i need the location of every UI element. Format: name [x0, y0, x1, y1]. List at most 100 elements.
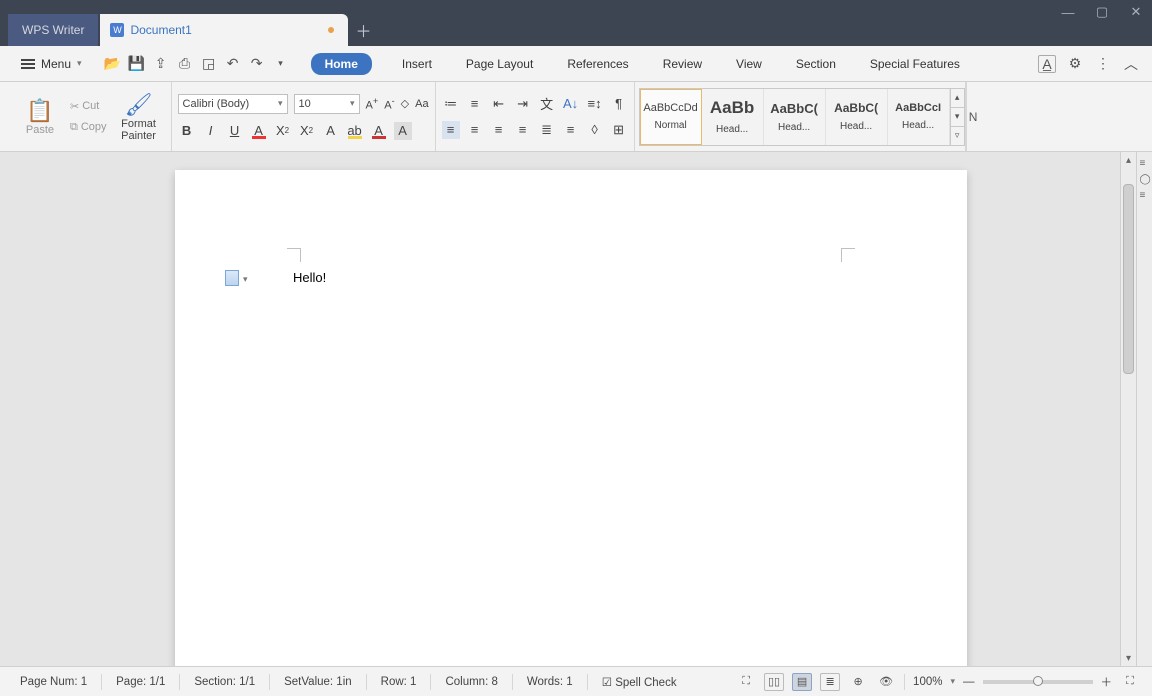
shrink-font-button[interactable]: A-: [384, 96, 394, 112]
distribute-button[interactable]: ≣: [538, 121, 556, 139]
new-tab-button[interactable]: ＋: [348, 14, 378, 46]
fullscreen-icon[interactable]: ⛶: [736, 673, 756, 691]
status-words[interactable]: Words: 1: [519, 676, 581, 688]
redo-icon[interactable]: ↷: [249, 56, 265, 72]
tab-view[interactable]: View: [732, 53, 766, 75]
subscript-button[interactable]: X2: [298, 122, 316, 140]
style-scroll-down[interactable]: ▾: [951, 108, 964, 127]
bullets-button[interactable]: ≔: [442, 95, 460, 113]
copy-button[interactable]: ⧉ Copy: [70, 121, 107, 134]
app-tab[interactable]: WPS Writer: [8, 14, 98, 46]
tab-references[interactable]: References: [563, 53, 632, 75]
superscript-button[interactable]: X2: [274, 122, 292, 140]
document-body-text[interactable]: Hello!: [293, 270, 326, 285]
scroll-thumb[interactable]: [1123, 184, 1134, 374]
decrease-indent-button[interactable]: ⇤: [490, 95, 508, 113]
show-marks-button[interactable]: ¶: [610, 95, 628, 113]
zoom-slider-thumb[interactable]: [1033, 676, 1043, 686]
style-heading1[interactable]: AaBb Head...: [702, 89, 764, 145]
zoom-dropdown-icon[interactable]: ▾: [950, 676, 955, 687]
font-size-select[interactable]: 10 ▾: [294, 94, 360, 114]
numbering-button[interactable]: ≡: [466, 95, 484, 113]
minimize-button[interactable]: —: [1058, 5, 1078, 20]
qat-more-icon[interactable]: ▾: [273, 56, 289, 72]
justify-button[interactable]: ≡: [514, 121, 532, 139]
maximize-button[interactable]: ▢: [1092, 4, 1112, 20]
zoom-in-button[interactable]: ＋: [1101, 674, 1113, 690]
view-outline-icon[interactable]: ≣: [820, 673, 840, 691]
paste-button[interactable]: 📋 Paste: [16, 98, 64, 136]
status-spellcheck[interactable]: ☑ Spell Check: [594, 675, 685, 689]
tab-insert[interactable]: Insert: [398, 53, 436, 75]
fit-page-icon[interactable]: ⛶: [1120, 673, 1140, 691]
italic-button[interactable]: I: [202, 122, 220, 140]
cut-button[interactable]: ✂ Cut: [70, 100, 99, 113]
settings-icon[interactable]: ⚙: [1066, 55, 1084, 73]
clear-formatting-button[interactable]: ◇: [401, 97, 409, 110]
view-read-icon[interactable]: ▯▯: [764, 673, 784, 691]
line-spacing-button[interactable]: ≡↕: [586, 95, 604, 113]
nav-next-page-icon[interactable]: ≡: [1140, 190, 1150, 200]
style-heading2[interactable]: AaBbC( Head...: [764, 89, 826, 145]
vertical-scrollbar[interactable]: ▴ ▾: [1120, 152, 1136, 666]
change-case-button[interactable]: Aa: [415, 98, 428, 110]
close-button[interactable]: ✕: [1126, 4, 1146, 20]
scroll-down-arrow[interactable]: ▾: [1121, 650, 1136, 666]
document-canvas[interactable]: ▾ Hello!: [0, 152, 1120, 666]
print-icon[interactable]: ⎙: [177, 56, 193, 72]
nav-browse-icon[interactable]: ◯: [1140, 174, 1150, 184]
style-scroll-up[interactable]: ▴: [951, 89, 964, 108]
status-section[interactable]: Section: 1/1: [186, 676, 263, 688]
align-right-button[interactable]: ≡: [490, 121, 508, 139]
align-center-button[interactable]: ≡: [466, 121, 484, 139]
character-shading-button[interactable]: A: [394, 122, 412, 140]
zoom-slider[interactable]: [983, 680, 1093, 684]
nav-prev-page-icon[interactable]: ≡: [1140, 158, 1150, 168]
tab-review[interactable]: Review: [659, 53, 706, 75]
document-tab[interactable]: W Document1: [100, 14, 348, 46]
save-icon[interactable]: 💾: [129, 56, 145, 72]
tab-home[interactable]: Home: [311, 53, 372, 75]
style-gallery-more[interactable]: ▿: [951, 127, 964, 145]
borders-button[interactable]: ⊞: [610, 121, 628, 139]
collapse-ribbon-icon[interactable]: ︿: [1122, 55, 1140, 73]
new-style-button[interactable]: N: [966, 82, 980, 151]
scroll-up-arrow[interactable]: ▴: [1121, 152, 1136, 168]
grow-font-button[interactable]: A+: [366, 96, 379, 112]
status-setvalue[interactable]: SetValue: 1in: [276, 676, 360, 688]
tab-special-features[interactable]: Special Features: [866, 53, 964, 75]
scroll-track[interactable]: [1121, 168, 1136, 650]
print-preview-icon[interactable]: ◲: [201, 56, 217, 72]
font-name-select[interactable]: Calibri (Body) ▾: [178, 94, 288, 114]
font-color-button[interactable]: A: [250, 122, 268, 140]
shading-button[interactable]: ◊: [586, 121, 604, 139]
text-effects-button[interactable]: A: [322, 122, 340, 140]
tab-page-layout[interactable]: Page Layout: [462, 53, 537, 75]
style-heading4[interactable]: AaBbCcI Head...: [888, 89, 950, 145]
view-print-icon[interactable]: ▤: [792, 673, 812, 691]
status-column[interactable]: Column: 8: [437, 676, 505, 688]
more-icon[interactable]: ⋮: [1094, 55, 1112, 73]
sort-button[interactable]: A↓: [562, 95, 580, 113]
paragraph-options-icon[interactable]: [225, 270, 239, 286]
export-pdf-icon[interactable]: ⇪: [153, 56, 169, 72]
line-spacing2-button[interactable]: ≡: [562, 121, 580, 139]
undo-icon[interactable]: ↶: [225, 56, 241, 72]
highlight-button[interactable]: ab: [346, 122, 364, 140]
eye-protection-icon[interactable]: 👁: [876, 673, 896, 691]
increase-indent-button[interactable]: ⇥: [514, 95, 532, 113]
tab-section[interactable]: Section: [792, 53, 840, 75]
underline-button[interactable]: U: [226, 122, 244, 140]
open-icon[interactable]: 📂: [105, 56, 121, 72]
web-layout-icon[interactable]: ⊕: [848, 673, 868, 691]
status-page-num[interactable]: Page Num: 1: [12, 676, 95, 688]
style-heading3[interactable]: AaBbC( Head...: [826, 89, 888, 145]
zoom-value[interactable]: 100%: [913, 676, 942, 688]
status-row[interactable]: Row: 1: [373, 676, 425, 688]
menu-button[interactable]: Menu ▾: [12, 52, 91, 76]
bold-button[interactable]: B: [178, 122, 196, 140]
status-page[interactable]: Page: 1/1: [108, 676, 173, 688]
font-color2-button[interactable]: A: [370, 122, 388, 140]
format-painter-button[interactable]: 🖌 Format Painter: [113, 92, 165, 142]
text-direction-button[interactable]: 文: [538, 95, 556, 113]
